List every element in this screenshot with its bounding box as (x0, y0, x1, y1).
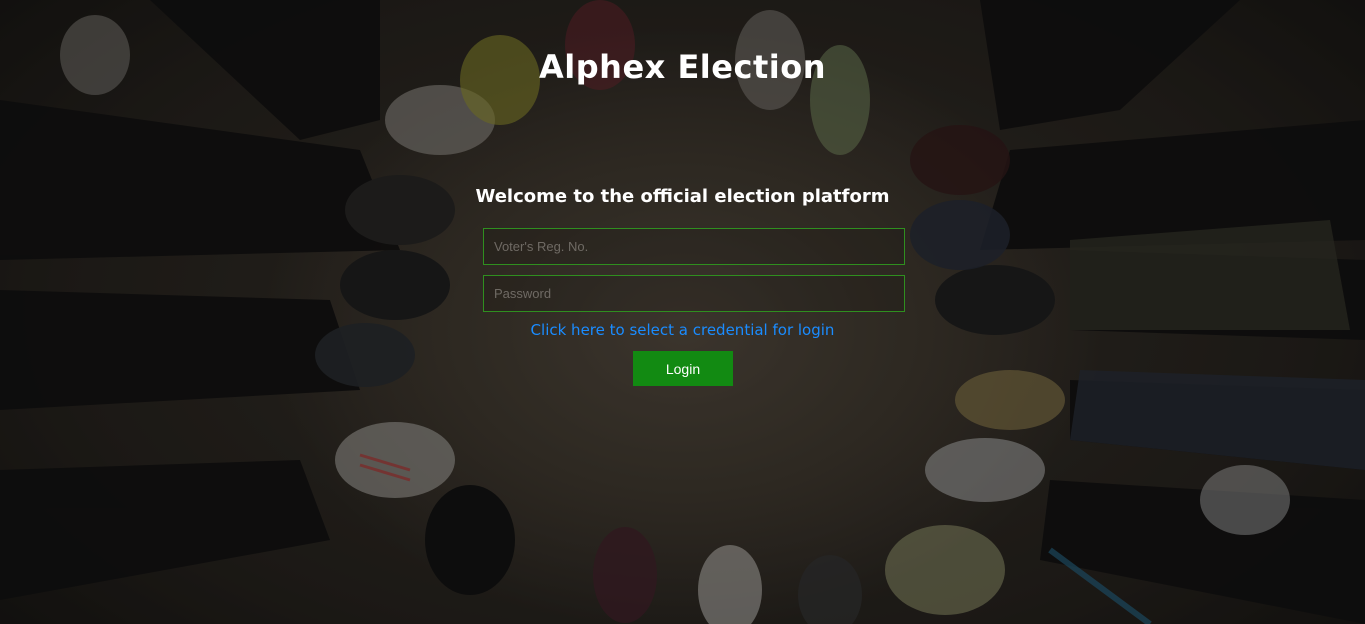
select-credential-link[interactable]: Click here to select a credential for lo… (531, 321, 835, 339)
credential-link-row: Click here to select a credential for lo… (0, 321, 1365, 339)
page-title: Alphex Election (539, 48, 826, 86)
voter-reg-no-input[interactable] (483, 228, 905, 265)
login-container: Alphex Election Welcome to the official … (0, 0, 1365, 624)
login-button[interactable]: Login (633, 351, 733, 386)
password-input[interactable] (483, 275, 905, 312)
welcome-heading: Welcome to the official election platfor… (475, 186, 890, 207)
